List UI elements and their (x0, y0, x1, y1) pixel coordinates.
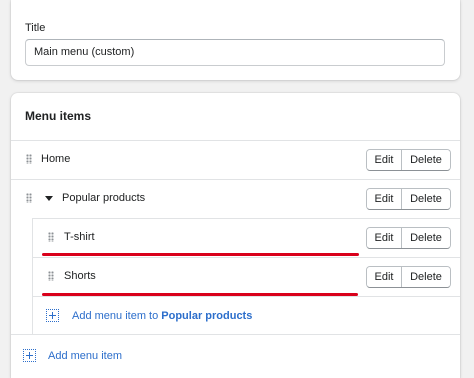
menu-item-label: Home (41, 153, 71, 165)
menu-items-heading: Menu items (25, 109, 92, 123)
item-actions: Edit Delete (366, 149, 451, 171)
menu-item-label: Popular products (62, 192, 146, 204)
delete-button[interactable]: Delete (402, 228, 450, 248)
add-item-row: Add menu item (11, 334, 460, 378)
add-item-icon[interactable] (23, 349, 36, 362)
annotation-underline (42, 293, 358, 296)
menu-item-popular-products: Popular products Edit Delete (11, 179, 460, 218)
drag-handle-icon[interactable] (48, 271, 54, 281)
delete-button[interactable]: Delete (402, 150, 450, 170)
item-actions: Edit Delete (366, 227, 451, 249)
edit-button[interactable]: Edit (367, 189, 402, 209)
edit-button[interactable]: Edit (367, 150, 402, 170)
menu-items-card: Menu items Home Edit Delete Popular prod… (11, 93, 460, 378)
title-input[interactable]: Main menu (custom) (25, 39, 445, 66)
add-child-row: Add menu item to Popular products (32, 296, 460, 334)
menu-item-label: T-shirt (64, 231, 95, 243)
edit-button[interactable]: Edit (367, 228, 402, 248)
delete-button[interactable]: Delete (402, 189, 450, 209)
add-menu-item-link[interactable]: Add menu item (48, 350, 122, 362)
caret-down-icon[interactable] (45, 196, 53, 201)
drag-handle-icon[interactable] (26, 154, 32, 164)
annotation-underline (42, 253, 359, 256)
drag-handle-icon[interactable] (48, 232, 54, 242)
add-item-icon[interactable] (46, 309, 59, 322)
item-actions: Edit Delete (366, 266, 451, 288)
delete-button[interactable]: Delete (402, 267, 450, 287)
menu-item-shorts: Shorts Edit Delete (32, 257, 460, 296)
title-card: Title Main menu (custom) (11, 0, 460, 80)
edit-button[interactable]: Edit (367, 267, 402, 287)
add-child-link[interactable]: Add menu item to Popular products (72, 310, 252, 322)
menu-item-t-shirt: T-shirt Edit Delete (32, 218, 460, 257)
menu-item-label: Shorts (64, 270, 96, 282)
menu-item-home: Home Edit Delete (11, 140, 460, 179)
drag-handle-icon[interactable] (26, 193, 32, 203)
item-actions: Edit Delete (366, 188, 451, 210)
add-child-target: Popular products (161, 310, 253, 322)
title-label: Title (25, 22, 46, 34)
